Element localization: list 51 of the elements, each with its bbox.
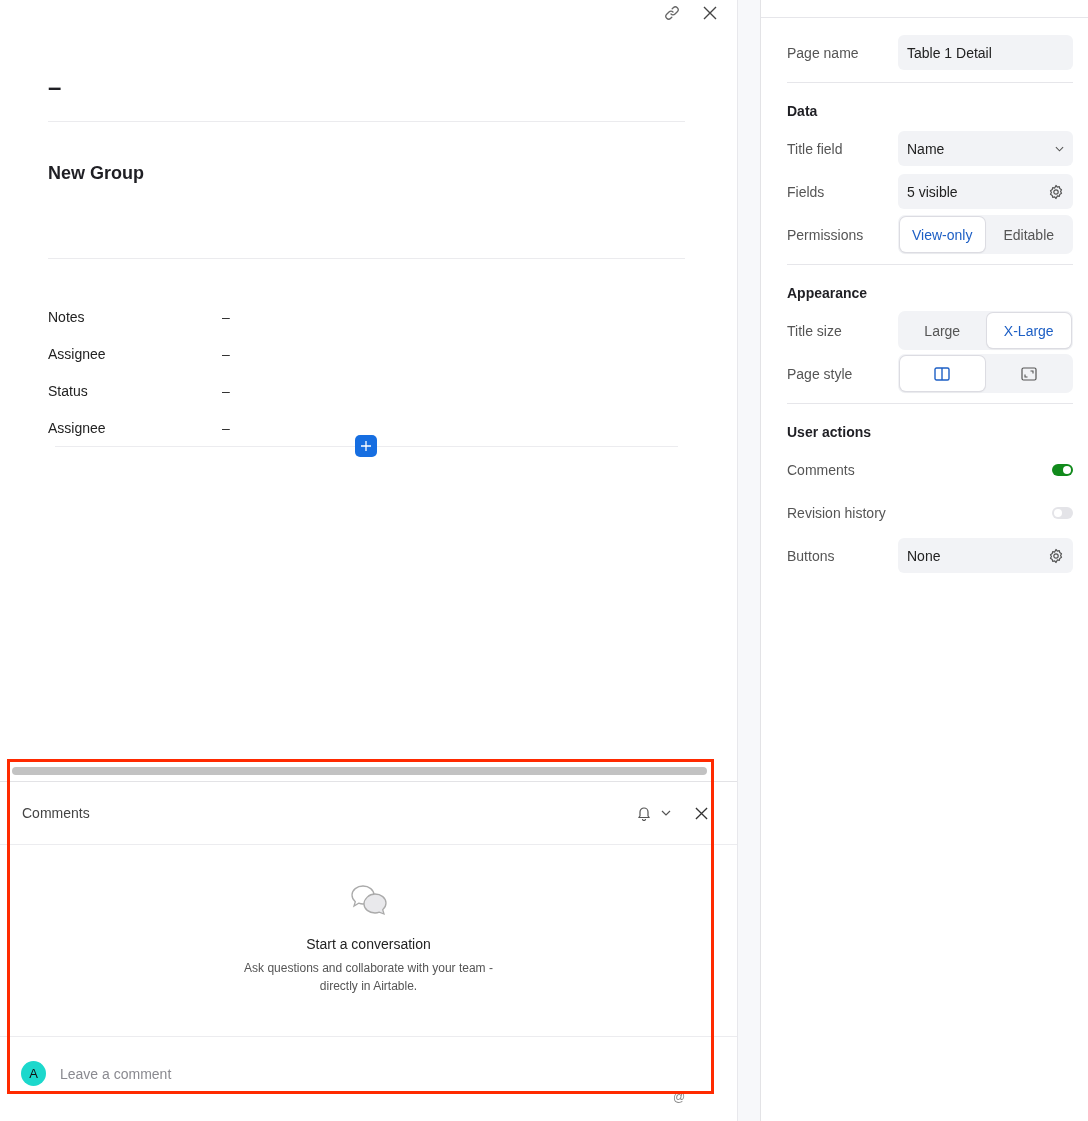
chevron-down-icon (1055, 145, 1064, 152)
setting-label: Page style (787, 365, 853, 382)
settings-dropdown[interactable]: None (898, 538, 1073, 573)
plus-icon (361, 441, 371, 451)
close-icon[interactable] (695, 806, 708, 820)
settings-dropdown[interactable]: 5 visible (898, 174, 1073, 209)
bell-icon[interactable] (637, 805, 651, 821)
chevron-down-icon[interactable] (661, 810, 671, 816)
scrollbar-thumb[interactable] (12, 767, 707, 775)
section-heading: Appearance (787, 284, 869, 303)
field-label: Notes (48, 308, 86, 325)
layout-option[interactable] (900, 356, 985, 391)
field-value: – (222, 308, 230, 325)
field-value: – (222, 345, 230, 362)
setting-label: Fields (787, 183, 825, 200)
field-label: Assignee (48, 345, 107, 362)
record-title: – (48, 72, 63, 102)
setting-label: Comments (787, 461, 855, 478)
setting-label: Revision history (787, 504, 886, 521)
setting-label: Permissions (787, 226, 864, 243)
toggle-switch[interactable] (1052, 506, 1073, 519)
group-title: New Group (48, 162, 145, 185)
field-value: – (222, 382, 230, 399)
empty-state-text: Ask questions and collaborate with your team - directly in Airtable. (243, 960, 494, 995)
empty-state-title: Start a conversation (306, 936, 431, 952)
segment-option[interactable]: Editable (986, 217, 1071, 252)
page-name-field[interactable]: Table 1 Detail (898, 35, 1073, 70)
section-heading: Data (787, 102, 819, 121)
setting-label: Title size (787, 322, 842, 339)
link-icon[interactable] (664, 5, 680, 21)
user-avatar: A (21, 1061, 46, 1086)
title-field-dropdown[interactable]: Name (898, 131, 1073, 166)
segment-option[interactable]: View-only (900, 217, 985, 252)
comments-title: Comments (22, 805, 90, 821)
field-label: Status (48, 382, 89, 399)
expand-icon (1020, 366, 1037, 381)
section-heading: User actions (787, 423, 873, 442)
field-label: Assignee (48, 419, 107, 436)
setting-label: Buttons (787, 547, 835, 564)
close-icon[interactable] (703, 6, 717, 20)
segment-option[interactable]: Large (900, 313, 985, 348)
field-value: – (222, 419, 230, 436)
segment-option[interactable]: X-Large (986, 313, 1071, 348)
settings-icon (1048, 547, 1064, 564)
comment-field[interactable]: Leave a comment (60, 1065, 717, 1082)
settings-icon (1048, 183, 1064, 200)
setting-label: Page name (787, 44, 859, 61)
toggle-switch[interactable] (1052, 463, 1073, 476)
setting-label: Title field (787, 140, 843, 157)
split-panel-icon (934, 366, 951, 381)
add-button[interactable] (355, 435, 377, 457)
